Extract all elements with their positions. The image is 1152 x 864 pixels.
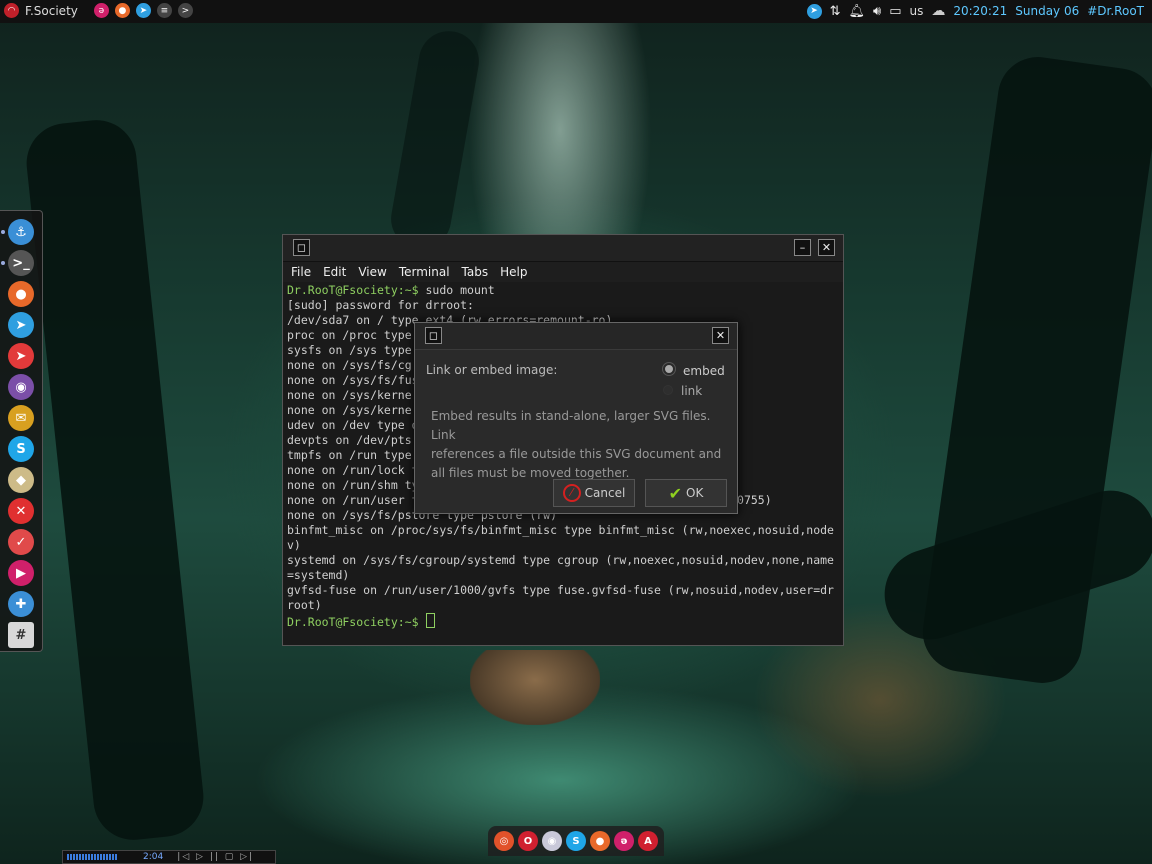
- radio-link-indicator[interactable]: [663, 385, 673, 395]
- chat-bird-icon[interactable]: ◉: [8, 374, 34, 400]
- tree-trunk-center: [386, 26, 484, 254]
- terminal-titlebar[interactable]: ◻ – ✕: [283, 235, 843, 262]
- embed-image-dialog: ◻ ✕ Link or embed image: embed link Embe…: [414, 322, 738, 514]
- cancel-button[interactable]: ⁄ Cancel: [553, 479, 635, 507]
- dialog-titlebar[interactable]: ◻ ✕: [415, 323, 737, 350]
- ok-button[interactable]: ✔ OK: [645, 479, 727, 507]
- terminal-menubar: File Edit View Terminal Tabs Help: [283, 262, 843, 282]
- output-line: v): [287, 538, 301, 552]
- volume-meter[interactable]: [67, 854, 117, 860]
- ok-label: OK: [686, 486, 704, 500]
- telegram-icon[interactable]: ➤: [806, 3, 822, 19]
- tasks-icon[interactable]: ✓: [8, 529, 34, 555]
- output-line: [sudo] password for drroot:: [287, 298, 474, 312]
- radio-link-label: link: [681, 384, 703, 398]
- telegram-desktop-icon[interactable]: ➤: [8, 343, 34, 369]
- radio-link[interactable]: link: [663, 384, 702, 398]
- webcam-icon[interactable]: ◉: [542, 831, 562, 851]
- output-line: =systemd): [287, 568, 350, 582]
- weather-cloud-icon[interactable]: ☁: [931, 3, 945, 19]
- ubuntu-icon[interactable]: ◎: [494, 831, 514, 851]
- anchor-icon[interactable]: ⚓: [8, 219, 34, 245]
- skype-icon[interactable]: S: [8, 436, 34, 462]
- terminal-icon[interactable]: >_: [8, 250, 34, 276]
- app-store-icon[interactable]: A: [638, 831, 658, 851]
- text-editor-icon[interactable]: #: [8, 622, 34, 648]
- prompt-line: Dr.RooT@Fsociety:~$: [287, 613, 841, 630]
- prompt: Dr.RooT@Fsociety:~$: [287, 283, 419, 297]
- left-dock: ⚓ >_ ● ➤ ➤ ◉ ✉ S ◆ ✕ ✓ ▶ ✚ #: [0, 210, 43, 652]
- dialog-question: Link or embed image:: [426, 363, 558, 377]
- cursor: [425, 613, 435, 628]
- menu-tabs[interactable]: Tabs: [462, 265, 489, 279]
- media-player-bar[interactable]: 2:04 |◁ ▷ || ▢ ▷|: [62, 850, 276, 864]
- keyboard-layout[interactable]: us: [909, 4, 923, 18]
- book-icon[interactable]: ▭: [889, 4, 901, 19]
- firefox-icon[interactable]: ●: [590, 831, 610, 851]
- output-line: gvfsd-fuse on /run/user/1000/gvfs type f…: [287, 583, 834, 597]
- description-line: references a file outside this SVG docum…: [431, 447, 722, 461]
- deer-silhouette: [470, 650, 600, 725]
- network-icon[interactable]: ⇅: [830, 4, 841, 19]
- menu-help[interactable]: Help: [500, 265, 527, 279]
- radio-embed-indicator[interactable]: [663, 363, 675, 375]
- menu-file[interactable]: File: [291, 265, 311, 279]
- command-line: Dr.RooT@Fsociety:~$ sudo mount: [287, 283, 841, 298]
- raspberry-icon[interactable]: ə: [93, 3, 109, 18]
- terminal-icon[interactable]: >: [177, 3, 193, 18]
- telegram-icon[interactable]: ➤: [135, 3, 151, 18]
- menu-icon[interactable]: ≡: [156, 3, 172, 18]
- cancel-icon: ⁄: [562, 484, 581, 502]
- close-app-icon[interactable]: ✕: [8, 498, 34, 524]
- fsociety-logo-icon[interactable]: ◠: [4, 3, 19, 18]
- volume-icon[interactable]: 🔊︎: [873, 4, 881, 19]
- command: sudo mount: [425, 283, 495, 297]
- dialog-close-button[interactable]: ✕: [712, 327, 729, 344]
- software-center-icon[interactable]: ✚: [8, 591, 34, 617]
- player-time: 2:04: [143, 852, 164, 862]
- output-line: binfmt_misc on /proc/sys/fs/binfmt_misc …: [287, 523, 834, 537]
- window-menu-icon[interactable]: ◻: [425, 327, 442, 344]
- menu-terminal[interactable]: Terminal: [399, 265, 450, 279]
- close-button[interactable]: ✕: [818, 239, 835, 256]
- output-line: root): [287, 598, 322, 612]
- running-indicator: [1, 261, 5, 265]
- notification-bell-icon[interactable]: 🔔︎: [848, 4, 865, 19]
- bottom-dock: ◎ O ◉ S ● ə A: [488, 826, 664, 856]
- brand-label: F.Society: [25, 3, 78, 18]
- clock-date[interactable]: Sunday 06: [1015, 4, 1079, 18]
- inkscape-icon[interactable]: ◆: [8, 467, 34, 493]
- minimize-button[interactable]: –: [794, 239, 811, 256]
- user-label[interactable]: #Dr.RooT: [1087, 4, 1144, 18]
- check-icon: ✔: [668, 483, 683, 503]
- output-line: systemd on /sys/fs/cgroup/systemd type c…: [287, 553, 834, 567]
- tree-trunk-left: [22, 116, 208, 844]
- running-indicator: [1, 230, 5, 234]
- cancel-label: Cancel: [584, 486, 626, 500]
- description-line: Embed results in stand-alone, larger SVG…: [431, 409, 711, 442]
- menu-edit[interactable]: Edit: [323, 265, 346, 279]
- prompt: Dr.RooT@Fsociety:~$: [287, 615, 419, 629]
- firefox-icon[interactable]: ●: [8, 281, 34, 307]
- window-menu-icon[interactable]: ◻: [293, 239, 310, 256]
- media-player-icon[interactable]: ▶: [8, 560, 34, 586]
- clock-time[interactable]: 20:20:21: [953, 4, 1007, 18]
- radio-embed-label: embed: [683, 364, 725, 378]
- opera-icon[interactable]: O: [518, 831, 538, 851]
- dialog-description: Embed results in stand-alone, larger SVG…: [431, 407, 731, 483]
- skype-icon[interactable]: S: [566, 831, 586, 851]
- player-controls[interactable]: |◁ ▷ || ▢ ▷|: [177, 852, 254, 862]
- telegram-icon[interactable]: ➤: [8, 312, 34, 338]
- firefox-icon[interactable]: ●: [114, 3, 130, 18]
- top-panel: ◠ F.Society ə ● ➤ ≡ > ➤ ⇅ 🔔︎ 🔊︎ ▭ us ☁ 2…: [0, 0, 1152, 23]
- radio-embed[interactable]: embed: [663, 363, 725, 378]
- mail-icon[interactable]: ✉: [8, 405, 34, 431]
- menu-view[interactable]: View: [358, 265, 386, 279]
- raspberry-icon[interactable]: ə: [614, 831, 634, 851]
